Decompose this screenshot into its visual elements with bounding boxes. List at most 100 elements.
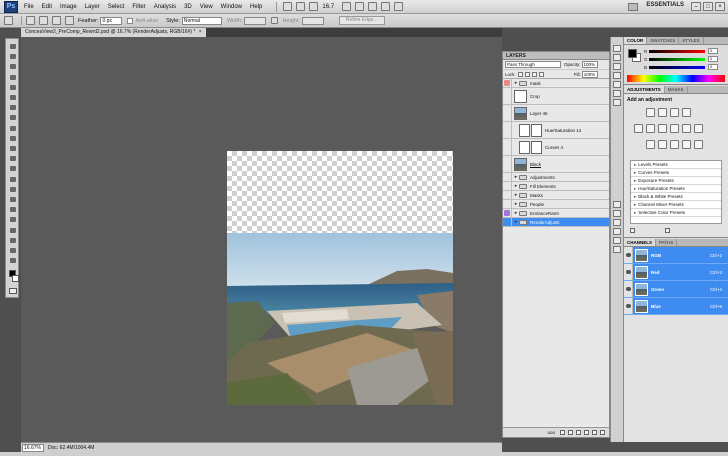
selective-color-icon[interactable]	[694, 140, 703, 149]
tab-masks[interactable]: MASKS	[665, 86, 688, 93]
menu-layer[interactable]: Layer	[85, 4, 100, 10]
posterize-icon[interactable]	[658, 140, 667, 149]
adjustment-layer-icon[interactable]	[576, 430, 581, 435]
return-icon[interactable]	[630, 228, 635, 233]
color-slider-g[interactable]: G0	[644, 56, 718, 62]
layer-row-entranceramt[interactable]: ▸ EntranceRamt	[503, 209, 609, 218]
mini-bridge-strip-icon[interactable]	[613, 246, 621, 253]
document-canvas[interactable]	[227, 151, 453, 405]
navigator-panel-icon[interactable]	[613, 63, 621, 70]
menu-window[interactable]: Window	[221, 4, 242, 10]
visibility-eye-icon[interactable]	[503, 209, 512, 217]
gradient-map-icon[interactable]	[682, 140, 691, 149]
preset-black-white-presets[interactable]: ▸ Black & White Presets	[631, 193, 721, 201]
close-tab-icon[interactable]: ×	[199, 29, 202, 35]
visibility-eye-icon[interactable]	[503, 218, 512, 226]
invert-icon[interactable]	[646, 140, 655, 149]
layer-row-people[interactable]: ▸ People	[503, 200, 609, 209]
layer-row-renderadjusts[interactable]: ▸ RenderAdjusts	[503, 218, 609, 227]
dodge-tool-icon[interactable]	[9, 176, 17, 183]
menu-image[interactable]: Image	[60, 4, 77, 10]
vibrance-icon[interactable]	[634, 124, 643, 133]
marquee-tool-icon[interactable]	[9, 53, 17, 60]
slider-track[interactable]	[649, 49, 705, 53]
visibility-eye-icon[interactable]	[503, 139, 512, 155]
expand-triangle-icon[interactable]: ▸	[634, 194, 636, 199]
menu-analysis[interactable]: Analysis	[154, 4, 176, 10]
brush-tool-icon[interactable]	[9, 114, 17, 121]
layer-row-fill-elements[interactable]: ▸ Fill Elements	[503, 182, 609, 191]
info-panel-icon[interactable]	[613, 72, 621, 79]
black-white-icon[interactable]	[670, 124, 679, 133]
spot-healing-tool-icon[interactable]	[9, 104, 17, 111]
channels-strip-icon[interactable]	[613, 228, 621, 235]
threshold-icon[interactable]	[670, 140, 679, 149]
workspace-switcher[interactable]: ESSENTIALS	[646, 2, 684, 8]
link-layers-label[interactable]: ooo	[547, 430, 555, 435]
hand-tool-icon[interactable]	[9, 247, 17, 254]
new-layer-icon[interactable]	[592, 430, 597, 435]
visibility-eye-icon[interactable]	[503, 122, 512, 138]
opacity-input[interactable]: 100%	[581, 61, 598, 68]
channel-value-input[interactable]: 0	[708, 64, 718, 70]
add-selection-icon[interactable]	[39, 16, 48, 25]
subtract-selection-icon[interactable]	[52, 16, 61, 25]
gradient-tool-icon[interactable]	[9, 155, 17, 162]
feather-input[interactable]: 0 px	[100, 16, 123, 25]
width-input[interactable]	[244, 16, 267, 25]
height-input[interactable]	[301, 16, 324, 25]
visibility-eye-icon[interactable]	[503, 173, 512, 181]
swap-dimensions-icon[interactable]	[271, 17, 279, 24]
visibility-eye-icon[interactable]	[624, 247, 633, 263]
fill-input[interactable]: 100%	[581, 70, 598, 78]
panel-options-icon[interactable]	[665, 228, 670, 233]
channel-mixer-icon[interactable]	[694, 124, 703, 133]
foreground-color-swatch[interactable]	[628, 49, 637, 58]
extras-icon[interactable]	[309, 2, 319, 11]
layer-row-mask[interactable]: ▸ mask	[503, 79, 609, 88]
maximize-button[interactable]: □	[703, 2, 713, 11]
lock-position-icon[interactable]	[531, 71, 537, 77]
actions-panel-icon[interactable]	[613, 54, 621, 61]
channel-row-red[interactable]: Red Ctrl+3	[624, 264, 728, 281]
color-slider-b[interactable]: B0	[644, 64, 718, 70]
rectangle-tool-icon[interactable]	[9, 216, 17, 223]
layer-row-masks[interactable]: ▸ Masks	[503, 191, 609, 200]
paths-strip-icon[interactable]	[613, 237, 621, 244]
preset-exposure-presets[interactable]: ▸ Exposure Presets	[631, 177, 721, 185]
zoom-tool-icon[interactable]	[9, 257, 17, 264]
background-swatch-icon[interactable]	[12, 275, 19, 282]
trash-icon[interactable]	[600, 430, 605, 435]
visibility-eye-icon[interactable]	[503, 156, 512, 172]
tab-adjustments[interactable]: ADJUSTMENTS	[624, 86, 665, 93]
visibility-eye-icon[interactable]	[624, 264, 633, 280]
fx-icon[interactable]	[560, 430, 565, 435]
menu-edit[interactable]: Edit	[42, 4, 52, 10]
hand-tool-icon[interactable]	[342, 2, 352, 11]
preset-channel-mixer-presets[interactable]: ▸ Channel Mixer Presets	[631, 201, 721, 209]
history-panel-icon[interactable]	[613, 45, 621, 52]
minimize-button[interactable]: –	[691, 2, 701, 11]
menu-filter[interactable]: Filter	[132, 4, 145, 10]
preset-hue-saturation-presets[interactable]: ▸ Hue/Saturation Presets	[631, 185, 721, 193]
3d-rotate-tool-icon[interactable]	[9, 227, 17, 234]
type-tool-icon[interactable]	[9, 196, 17, 203]
visibility-eye-icon[interactable]	[503, 191, 512, 199]
tab-styles[interactable]: STYLES	[679, 37, 704, 44]
paragraph-panel-icon[interactable]	[613, 90, 621, 97]
quick-selection-tool-icon[interactable]	[9, 74, 17, 81]
brightness-contrast-icon[interactable]	[646, 108, 655, 117]
brushes-panel-icon[interactable]	[613, 99, 621, 106]
menu-help[interactable]: Help	[250, 4, 262, 10]
new-group-icon[interactable]	[584, 430, 589, 435]
visibility-eye-icon[interactable]	[503, 105, 512, 121]
layer-row-layer-46[interactable]: Layer 46	[503, 105, 609, 122]
color-spectrum[interactable]	[627, 75, 725, 82]
zoom-field[interactable]: 16.67%	[22, 443, 44, 452]
preset-levels-presets[interactable]: ▸ Levels Presets	[631, 161, 721, 169]
lock-image-icon[interactable]	[524, 71, 530, 77]
new-selection-icon[interactable]	[26, 16, 35, 25]
slider-track[interactable]	[649, 65, 705, 69]
visibility-eye-icon[interactable]	[624, 281, 633, 297]
tab-paths[interactable]: PATHS	[656, 239, 678, 246]
